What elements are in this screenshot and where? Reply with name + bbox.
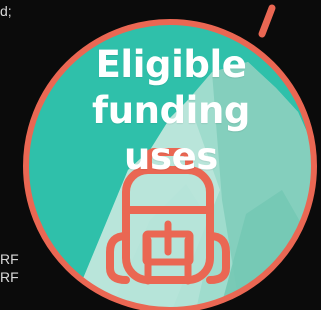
badge-title: Eligible funding uses [40, 42, 302, 180]
badge-title-line-2: funding uses [92, 89, 250, 178]
tag-line [258, 4, 276, 38]
badge-title-line-1: Eligible [95, 43, 247, 86]
screenshot-stage: d; RF RF Eligible funding uses [0, 0, 321, 310]
